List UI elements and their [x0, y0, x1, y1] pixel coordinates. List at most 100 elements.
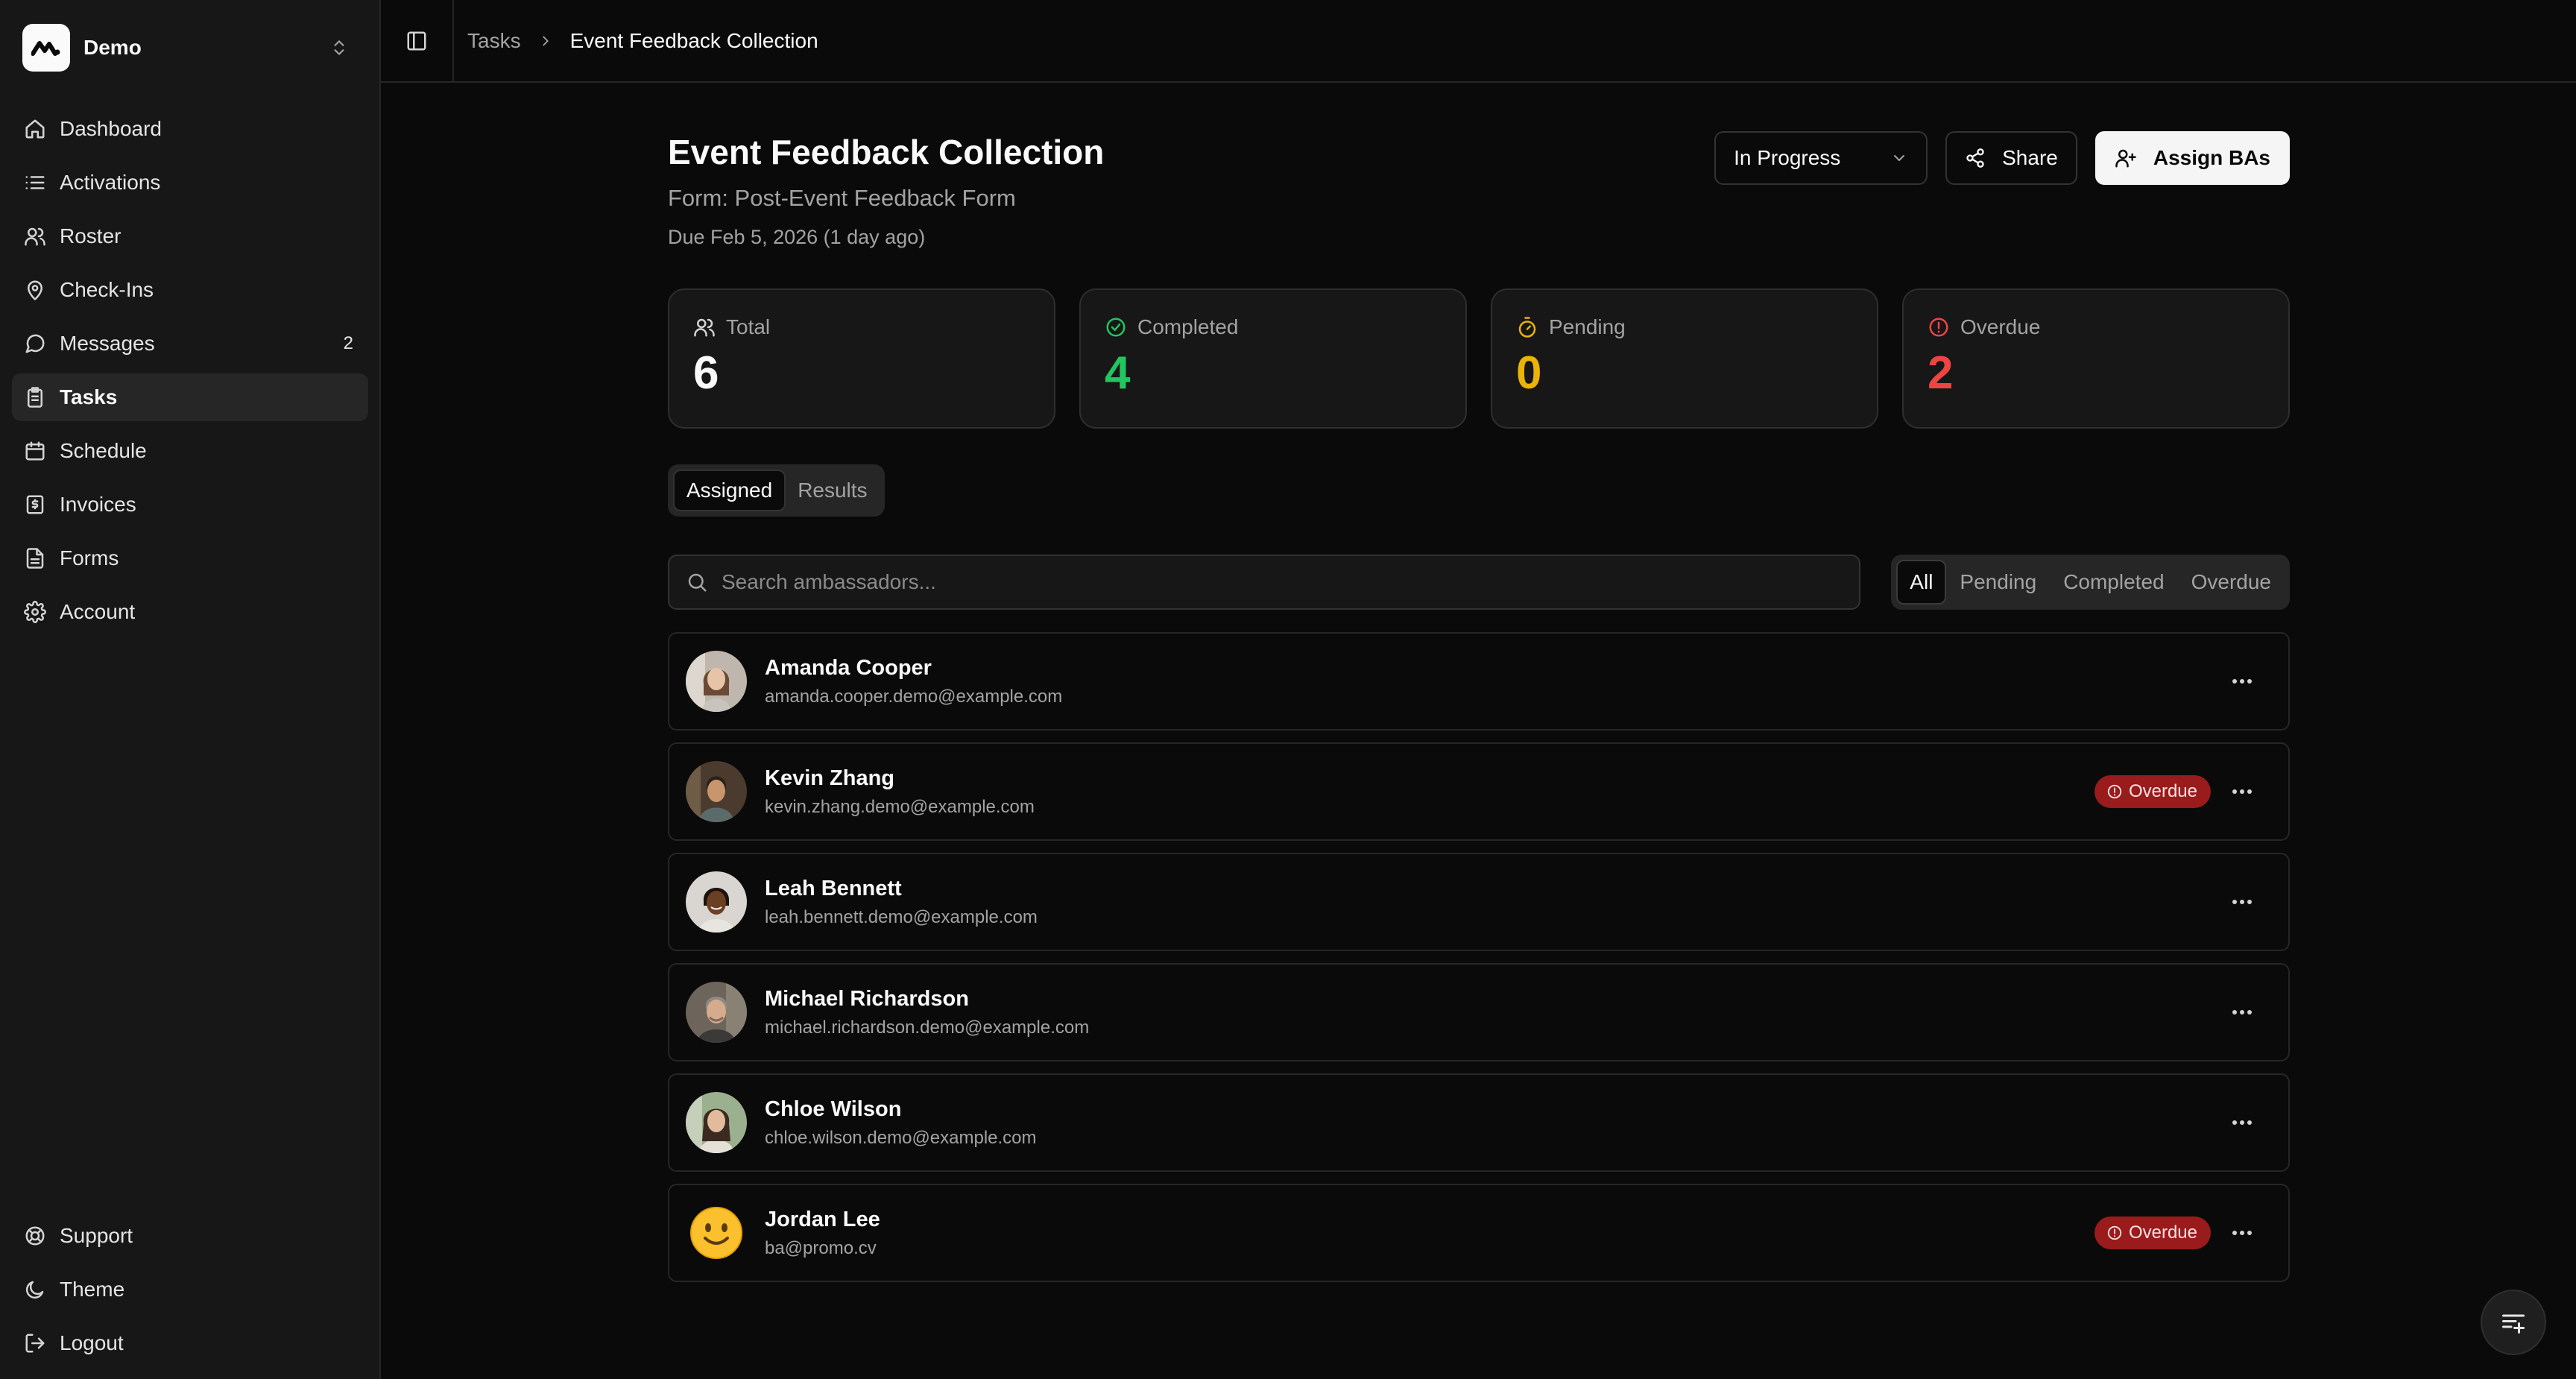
smiley-emoji-icon: [690, 1207, 742, 1259]
row-actions-button[interactable]: [2226, 665, 2258, 698]
status-select[interactable]: In Progress: [1714, 131, 1928, 185]
list-item[interactable]: Michael Richardson michael.richardson.de…: [668, 963, 2290, 1061]
share-button[interactable]: Share: [1945, 131, 2077, 185]
avatar: [686, 651, 747, 712]
ambassador-name: Chloe Wilson: [765, 1096, 902, 1121]
avatar: [686, 761, 747, 822]
stat-value: 2: [1928, 347, 1954, 399]
row-actions-button[interactable]: [2226, 775, 2258, 808]
list-item[interactable]: Chloe Wilson chloe.wilson.demo@example.c…: [668, 1073, 2290, 1172]
sidebar-item-label: Support: [60, 1224, 133, 1247]
share-label: Share: [2002, 146, 2058, 169]
sidebar-item-account[interactable]: Account: [12, 588, 368, 636]
list-item[interactable]: Kevin Zhang kevin.zhang.demo@example.com…: [668, 742, 2290, 841]
filter-overdue[interactable]: Overdue: [2178, 560, 2285, 605]
ambassador-name: Jordan Lee: [765, 1207, 880, 1231]
stat-value: 4: [1105, 347, 1131, 399]
sidebar-item-schedule[interactable]: Schedule: [12, 427, 368, 475]
sidebar-toggle-button[interactable]: [381, 0, 454, 82]
task-actions: In Progress Share Assign BAs: [1714, 131, 2290, 185]
sidebar-item-check-ins[interactable]: Check-Ins: [12, 266, 368, 314]
status-badge-label: Overdue: [2128, 1222, 2197, 1243]
stat-value: 6: [693, 347, 719, 399]
home-icon: [25, 119, 45, 139]
row-actions-button[interactable]: [2226, 886, 2258, 918]
tab-assigned[interactable]: Assigned: [673, 470, 786, 511]
check-circle-icon: [1106, 318, 1126, 337]
more-horizontal-icon: [2232, 789, 2252, 794]
sidebar-item-support[interactable]: Support: [12, 1212, 368, 1260]
moon-icon: [25, 1281, 44, 1299]
stat-card-overdue: Overdue 2: [1902, 288, 2290, 429]
filter-all[interactable]: All: [1896, 560, 1947, 605]
sidebar-item-label: Forms: [60, 546, 119, 569]
workspace-switcher[interactable]: Demo: [22, 24, 365, 72]
breadcrumb-current: Event Feedback Collection: [569, 28, 818, 52]
breadcrumb: Tasks Event Feedback Collection: [467, 29, 818, 53]
status-badge: Overdue: [2094, 775, 2211, 808]
status-badge-label: Overdue: [2128, 781, 2197, 801]
stat-card-completed: Completed 4: [1079, 288, 1467, 429]
sidebar-item-forms[interactable]: Forms: [12, 534, 368, 582]
panel-left-icon: [407, 31, 426, 50]
row-actions-button[interactable]: [2226, 996, 2258, 1029]
chevron-right-icon: [537, 33, 554, 49]
tab-results[interactable]: Results: [786, 470, 879, 511]
list-item[interactable]: Amanda Cooper amanda.cooper.demo@example…: [668, 632, 2290, 730]
status-select-value: In Progress: [1734, 146, 1841, 169]
more-horizontal-icon: [2232, 900, 2252, 904]
map-pin-icon: [28, 280, 42, 300]
floating-action-button[interactable]: [2481, 1290, 2546, 1355]
sidebar-item-label: Invoices: [60, 493, 136, 516]
sidebar-item-roster[interactable]: Roster: [12, 212, 368, 260]
more-horizontal-icon: [2232, 1010, 2252, 1014]
sidebar-item-dashboard[interactable]: Dashboard: [12, 105, 368, 153]
sidebar-item-label: Messages: [60, 332, 155, 355]
view-tabs: Assigned Results: [668, 464, 885, 517]
row-actions-button[interactable]: [2226, 1106, 2258, 1139]
list-item[interactable]: Jordan Lee ba@promo.cv Overdue: [668, 1184, 2290, 1282]
sidebar-item-logout[interactable]: Logout: [12, 1319, 368, 1367]
more-horizontal-icon: [2232, 1231, 2252, 1235]
more-horizontal-icon: [2232, 679, 2252, 684]
breadcrumb-tasks-link[interactable]: Tasks: [467, 29, 521, 53]
filter-completed[interactable]: Completed: [2050, 560, 2177, 605]
ambassador-name: Michael Richardson: [765, 986, 969, 1011]
ambassador-email: ba@promo.cv: [765, 1237, 877, 1258]
ambassador-email: chloe.wilson.demo@example.com: [765, 1127, 1037, 1148]
stat-value: 0: [1516, 347, 1542, 399]
sidebar-item-messages[interactable]: Messages 2: [12, 320, 368, 367]
sidebar-item-label: Tasks: [60, 385, 118, 408]
row-actions-button[interactable]: [2226, 1217, 2258, 1249]
stat-label: Total: [726, 315, 771, 338]
sidebar-item-activations[interactable]: Activations: [12, 159, 368, 206]
avatar: [686, 1092, 747, 1153]
assign-bas-label: Assign BAs: [2153, 146, 2270, 169]
status-badge: Overdue: [2094, 1217, 2211, 1249]
search-box: [668, 555, 1860, 610]
messages-count-badge: 2: [343, 333, 353, 353]
file-text-icon: [26, 548, 44, 569]
sidebar-item-invoices[interactable]: Invoices: [12, 481, 368, 528]
search-input[interactable]: [720, 569, 1767, 595]
alert-circle-icon: [2107, 1225, 2122, 1240]
status-filter: All Pending Completed Overdue: [1891, 555, 2290, 610]
logout-icon: [25, 1334, 45, 1353]
assign-bas-button[interactable]: Assign BAs: [2094, 131, 2290, 185]
filter-pending[interactable]: Pending: [1946, 560, 2050, 605]
list-icon: [25, 176, 45, 189]
list-item[interactable]: Leah Bennett leah.bennett.demo@example.c…: [668, 853, 2290, 951]
avatar: [686, 982, 747, 1043]
message-circle-icon: [25, 334, 45, 353]
life-buoy-icon: [25, 1226, 45, 1246]
sidebar-item-label: Logout: [60, 1331, 124, 1354]
sidebar-item-tasks[interactable]: Tasks: [12, 373, 368, 421]
workspace-logo-icon: [22, 24, 70, 72]
stat-card-total: Total 6: [668, 288, 1055, 429]
clipboard-icon: [28, 387, 42, 408]
workspace-name: Demo: [83, 36, 142, 59]
ambassador-email: amanda.cooper.demo@example.com: [765, 686, 1063, 707]
sidebar-item-theme[interactable]: Theme: [12, 1266, 368, 1313]
sidebar-item-label: Dashboard: [60, 117, 162, 140]
sidebar-item-label: Theme: [60, 1278, 125, 1301]
